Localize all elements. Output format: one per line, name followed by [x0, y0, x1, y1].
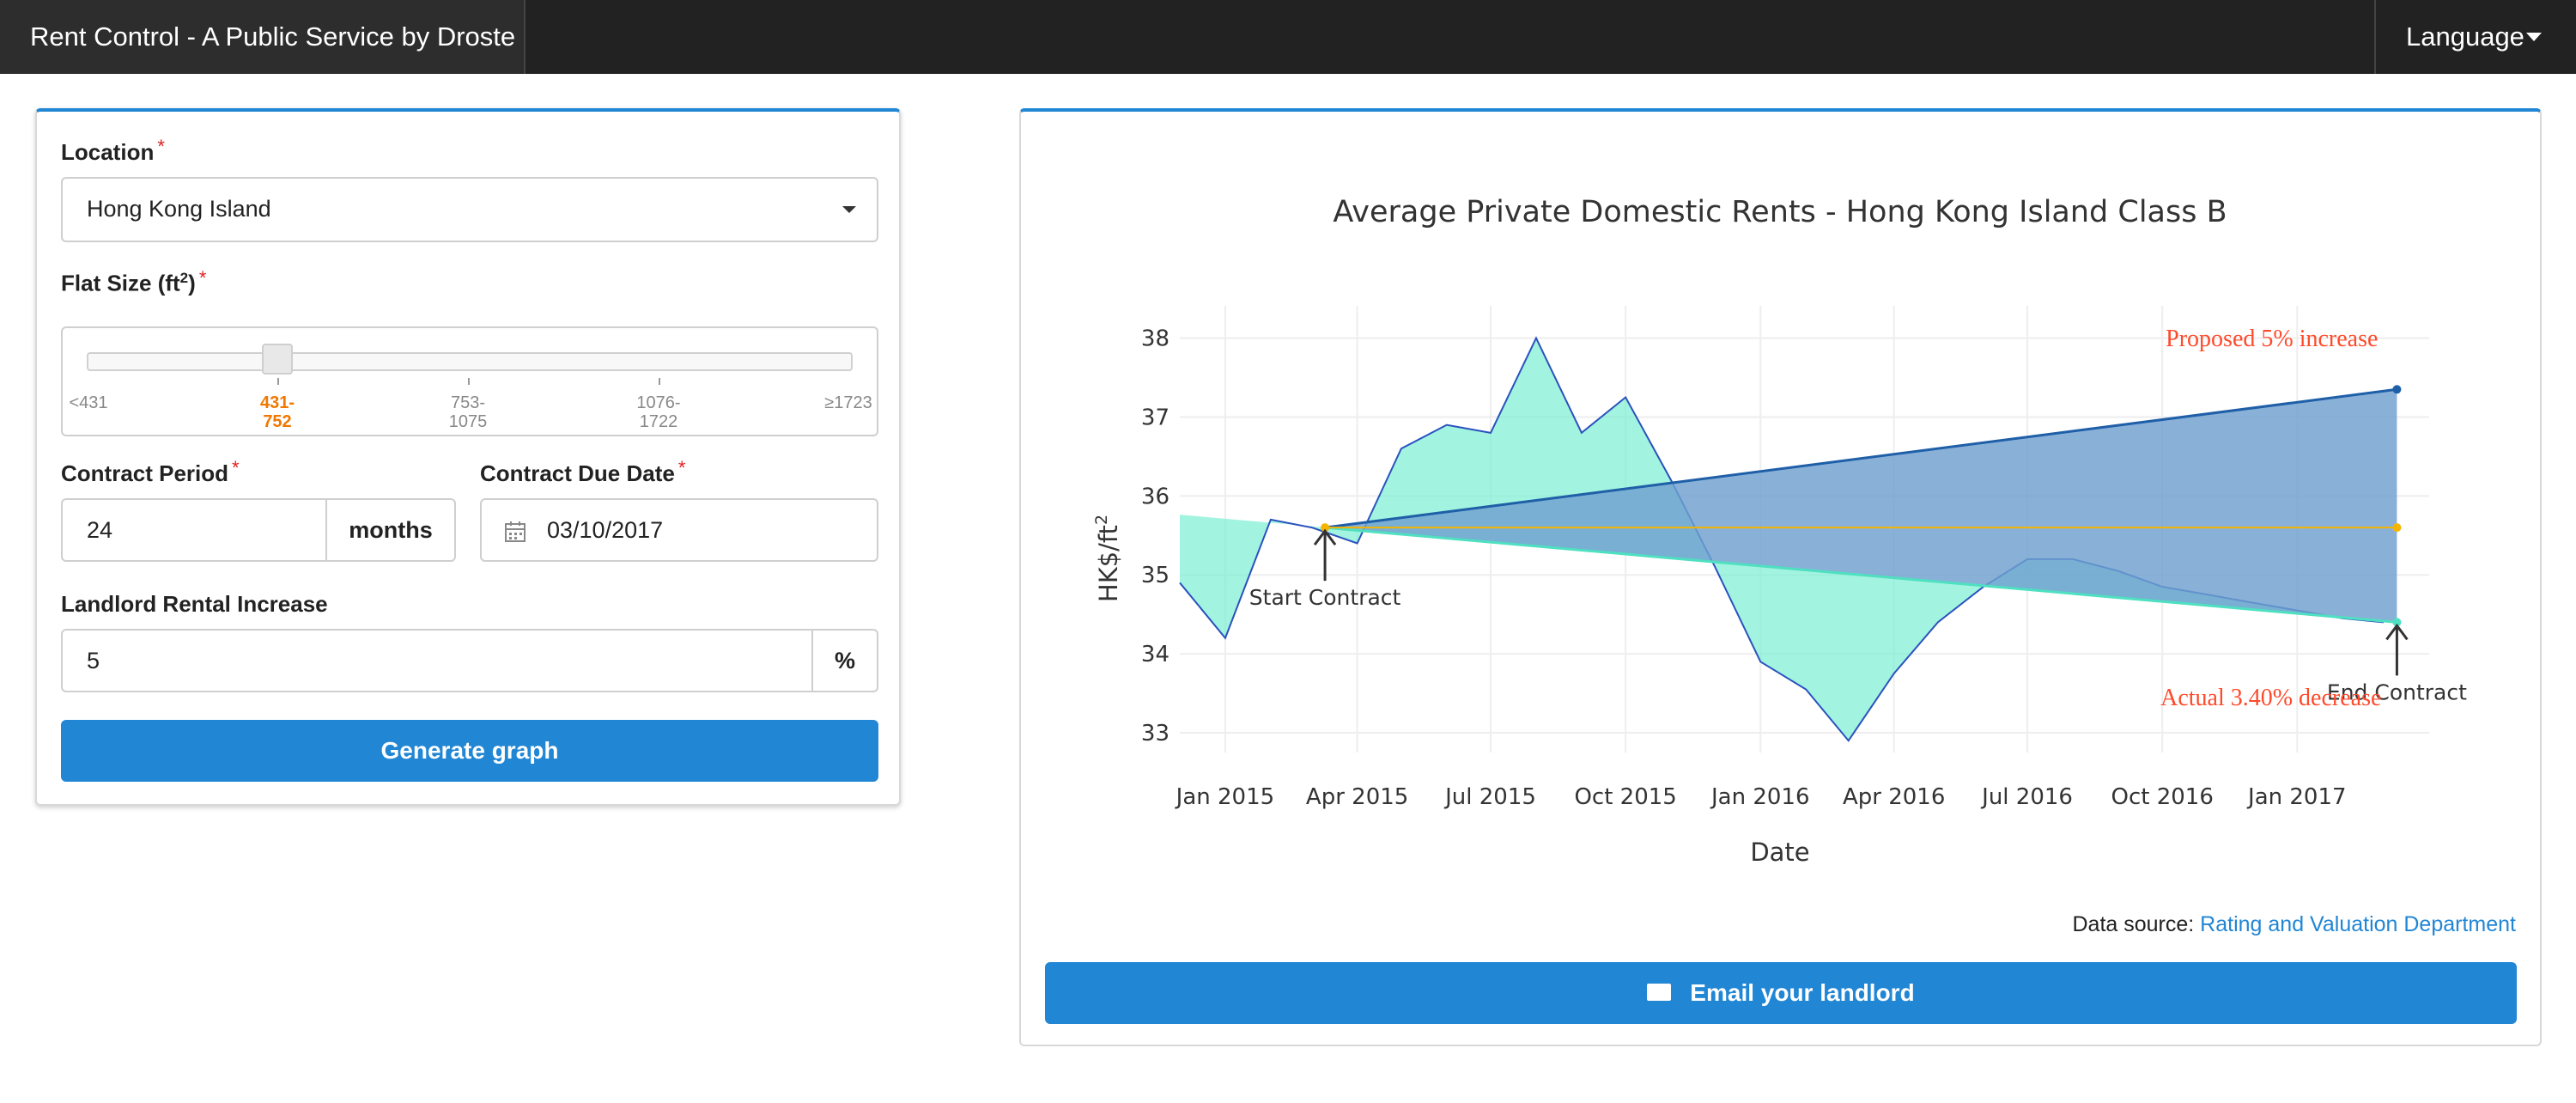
due-date-value: 03/10/2017 [547, 517, 664, 543]
envelope-icon [1647, 983, 1672, 1001]
email-landlord-button[interactable]: Email your landlord [1045, 962, 2517, 1024]
y-tick-label: 34 [1141, 642, 1170, 667]
proposed-end-point [2392, 385, 2402, 394]
x-tick-label: Apr 2016 [1843, 784, 1945, 810]
percent-addon: % [811, 631, 877, 691]
start-contract-label: Start Contract [1249, 585, 1401, 610]
chart-title: Average Private Domestic Rents - Hong Ko… [1333, 195, 2227, 229]
required-mark: * [232, 457, 240, 478]
required-mark: * [157, 136, 165, 157]
language-label: Language [2406, 21, 2524, 52]
location-select[interactable]: Hong Kong Island [61, 177, 878, 242]
y-tick-label: 37 [1141, 405, 1170, 430]
y-tick-label: 33 [1141, 721, 1170, 747]
contract-period-input[interactable]: 24 months [61, 498, 456, 562]
brand-link[interactable]: Rent Control - A Public Service by Drost… [0, 0, 526, 74]
y-tick-label: 38 [1141, 326, 1170, 352]
increase-value: 5 [87, 648, 100, 673]
slider-tickmark [468, 378, 470, 385]
flat-size-slider: <431 431- 752 753- 1075 1076- 1722 ≥1723 [61, 326, 878, 436]
chevron-down-icon [2526, 33, 2542, 41]
baseline-end-point [2392, 523, 2402, 533]
proposed-increase-annotation: Proposed 5% increase [2166, 326, 2378, 352]
slider-tick-label: ≥1723 [824, 393, 872, 412]
x-tick-label: Jan 2016 [1710, 784, 1810, 810]
x-tick-label: Oct 2016 [2111, 784, 2213, 810]
slider-tick-label: 1076- 1722 [636, 393, 681, 431]
slider-tickmark [659, 378, 660, 385]
rent-chart: Average Private Domestic Rents - Hong Ko… [1092, 195, 2467, 867]
slider-tick-label: 753- 1075 [448, 393, 488, 431]
x-tick-label: Apr 2015 [1306, 784, 1408, 810]
slider-handle[interactable] [262, 344, 293, 375]
navbar: Rent Control - A Public Service by Drost… [0, 0, 2576, 74]
contract-period-value: 24 [87, 517, 113, 543]
x-tick-label: Oct 2015 [1574, 784, 1676, 810]
due-date-input[interactable]: 03/10/2017 [480, 498, 878, 562]
x-axis-label: Date [1750, 838, 1809, 867]
increase-input[interactable]: 5 % [61, 629, 878, 692]
required-mark: * [198, 266, 207, 289]
rent-form-panel: Location * Hong Kong Island Flat Size (ft… [35, 108, 901, 806]
months-addon: months [325, 500, 454, 560]
x-tick-label: Jul 2015 [1443, 784, 1536, 810]
y-axis-label: HK$/ft2 [1092, 515, 1123, 602]
slider-tick-label: <431 [69, 393, 108, 412]
flat-size-label: Flat Size (ft2) * [61, 266, 207, 296]
location-label: Location * [61, 136, 165, 165]
data-source: Data source: Rating and Valuation Depart… [2072, 912, 2516, 936]
required-mark: * [677, 457, 686, 478]
due-date-label: Contract Due Date * [480, 457, 686, 486]
slider-tickmark [277, 378, 279, 385]
chevron-down-icon [842, 206, 856, 213]
source-link[interactable]: Rating and Valuation Department [2200, 912, 2516, 936]
language-dropdown[interactable]: Language [2374, 0, 2576, 74]
slider-tick-label: 431- 752 [259, 393, 295, 431]
y-tick-label: 35 [1141, 563, 1170, 588]
slider-track[interactable] [87, 352, 853, 371]
x-tick-label: Jan 2017 [2246, 784, 2347, 810]
calendar-icon [505, 521, 526, 542]
increase-label: Landlord Rental Increase [61, 591, 328, 617]
y-tick-label: 36 [1141, 484, 1170, 509]
generate-graph-button[interactable]: Generate graph [61, 720, 878, 782]
email-label: Email your landlord [1690, 979, 1915, 1006]
chart-panel: Average Private Domestic Rents - Hong Ko… [1019, 108, 2542, 1046]
location-value: Hong Kong Island [87, 196, 271, 222]
contract-period-label: Contract Period * [61, 457, 240, 486]
x-tick-label: Jul 2016 [1980, 784, 2073, 810]
x-tick-label: Jan 2015 [1175, 784, 1275, 810]
actual-decrease-annotation: Actual 3.40% decrease [2160, 685, 2381, 711]
